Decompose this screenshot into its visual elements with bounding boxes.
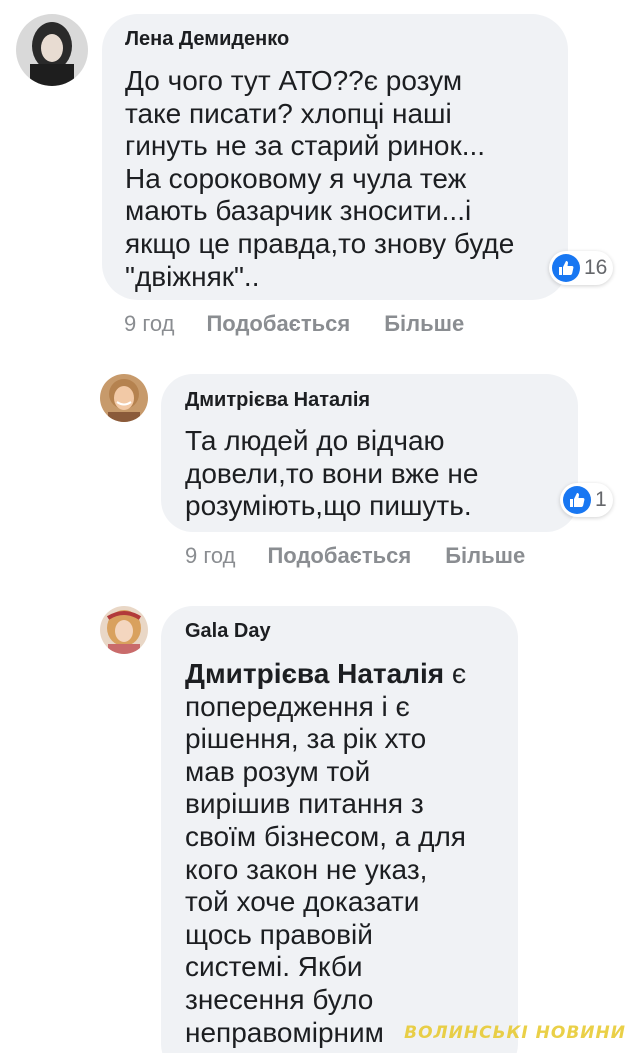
comment-actions: 9 год Подобається Більше	[124, 311, 464, 337]
like-button[interactable]: Подобається	[206, 311, 350, 337]
more-button[interactable]: Більше	[384, 311, 464, 337]
mention-link[interactable]: Дмитрієва Наталія	[185, 658, 444, 689]
watermark: ВОЛИНСЬКІ НОВИНИ	[404, 1023, 626, 1043]
comment-text-body: є попередження і є рішення, за рік хто м…	[185, 658, 482, 1053]
more-button[interactable]: Більше	[445, 543, 525, 569]
like-button[interactable]: Подобається	[267, 543, 411, 569]
avatar-photo	[100, 606, 148, 654]
avatar-photo	[100, 374, 148, 422]
comment-bubble: Дмитрієва Наталія Та людей до відчаю дов…	[161, 374, 578, 532]
comment-text: Дмитрієва Наталія є попередження і є ріш…	[185, 658, 518, 1053]
avatar[interactable]	[100, 374, 148, 422]
avatar-photo	[16, 14, 88, 86]
like-thumb-icon	[552, 254, 580, 282]
avatar[interactable]	[16, 14, 88, 86]
comment-actions: 9 год Подобається Більше	[185, 543, 525, 569]
comment-time[interactable]: 9 год	[124, 311, 174, 337]
comment-bubble: Gala Day Дмитрієва Наталія є попередженн…	[161, 606, 518, 1053]
like-thumb-icon	[563, 486, 591, 514]
comment-text: Та людей до відчаю довели,то вони вже не…	[185, 425, 479, 522]
reaction-badge[interactable]: 1	[560, 483, 613, 517]
reaction-count: 1	[595, 488, 607, 511]
comments-thread: Лена Демиденко До чого тут АТО??є розум …	[0, 0, 640, 1053]
reaction-badge[interactable]: 16	[549, 251, 614, 285]
reaction-count: 16	[584, 256, 608, 279]
comment-text: До чого тут АТО??є розум таке писати? хл…	[125, 65, 515, 292]
comment-author[interactable]: Лена Демиденко	[125, 28, 568, 51]
avatar[interactable]	[100, 606, 148, 654]
comment-time[interactable]: 9 год	[185, 543, 235, 569]
comment-author[interactable]: Gala Day	[185, 620, 518, 643]
comment-author[interactable]: Дмитрієва Наталія	[185, 389, 578, 412]
comment-bubble: Лена Демиденко До чого тут АТО??є розум …	[102, 14, 568, 300]
